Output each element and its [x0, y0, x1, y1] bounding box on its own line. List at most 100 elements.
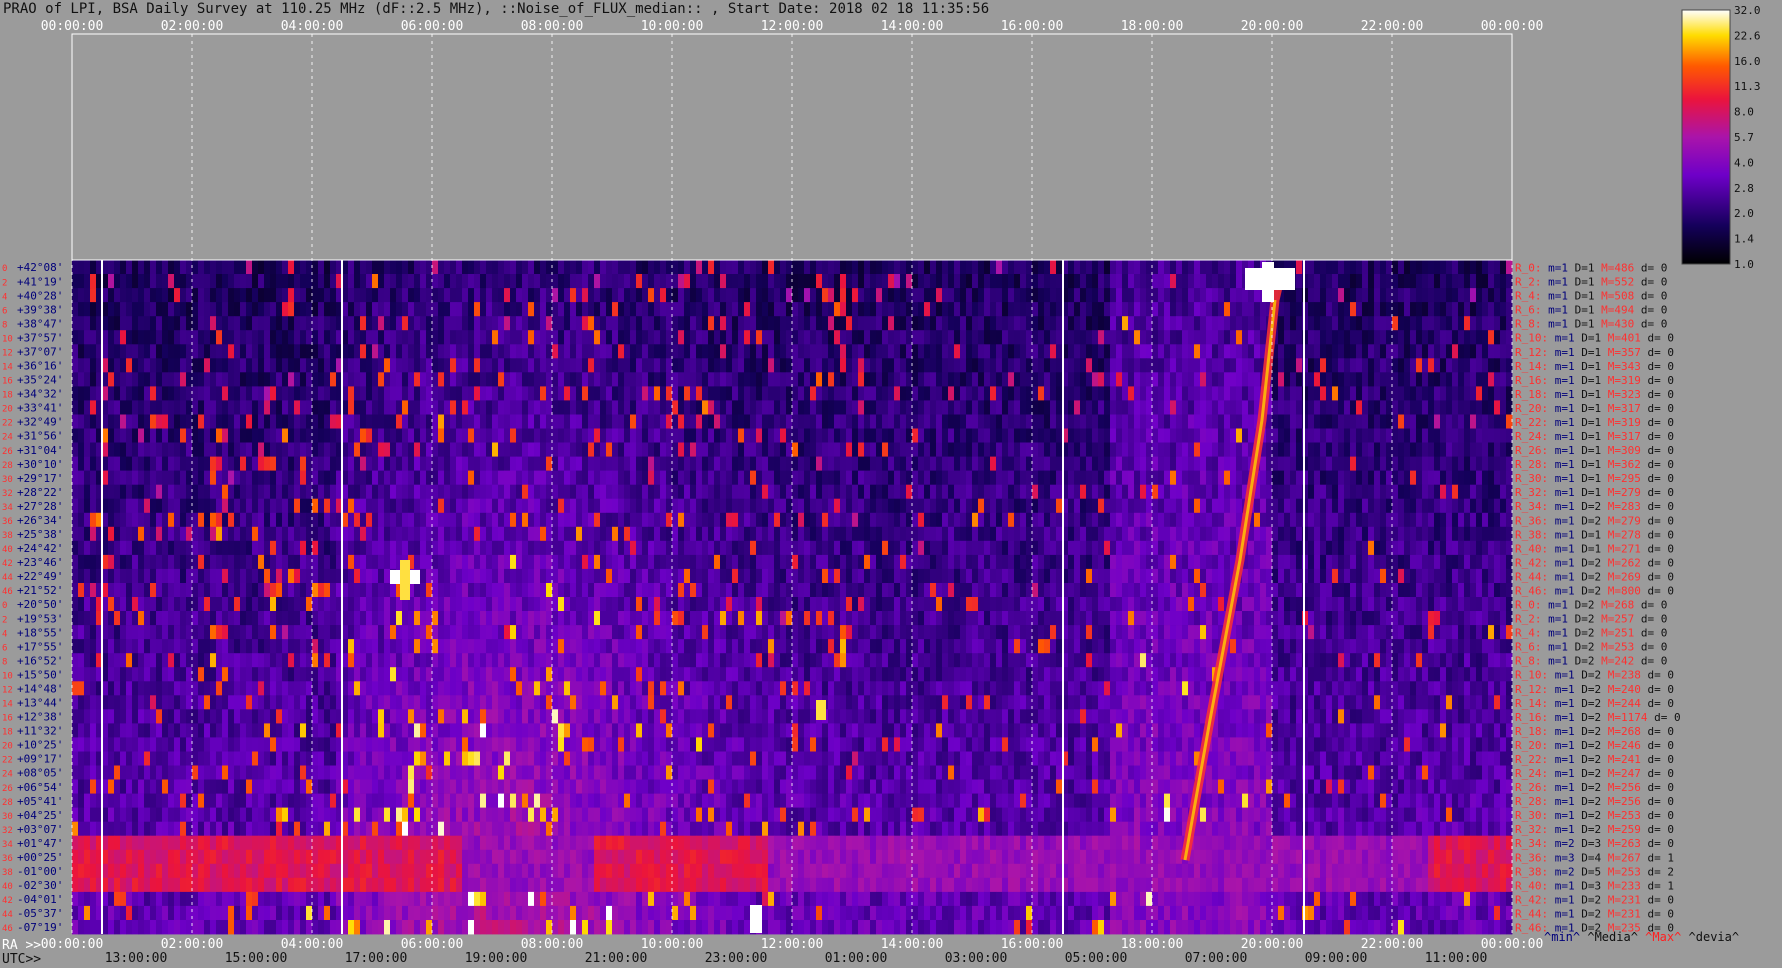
heatmap-cell [462, 260, 469, 275]
heatmap-cell [1278, 498, 1285, 514]
heatmap-cell [354, 414, 361, 429]
heatmap-cell [492, 302, 499, 317]
heatmap-cell [1488, 470, 1495, 485]
heatmap-cell [354, 344, 361, 359]
heatmap-cell [1086, 274, 1093, 289]
heatmap-cell [1212, 372, 1219, 387]
heatmap-cell [1044, 316, 1051, 331]
heatmap-cell [1476, 512, 1483, 528]
heatmap-cell [996, 344, 1003, 359]
heatmap-cell [84, 484, 91, 500]
heatmap-cell [780, 428, 787, 443]
heatmap-cell [1134, 456, 1141, 471]
heatmap-cell [702, 316, 709, 331]
heatmap-cell [900, 414, 907, 429]
heatmap-cell [882, 302, 889, 317]
heatmap-cell [1104, 428, 1111, 443]
heatmap-cell [360, 330, 367, 345]
heatmap-cell [882, 456, 889, 471]
heatmap-cell [840, 428, 847, 443]
heatmap-cell [480, 358, 487, 373]
heatmap-cell [552, 386, 559, 401]
heatmap-cell [228, 302, 235, 317]
heatmap-cell [504, 400, 511, 415]
heatmap-cell [594, 400, 601, 415]
heatmap-cell [156, 526, 163, 542]
heatmap-cell [1500, 372, 1507, 387]
heatmap-cell [858, 302, 865, 317]
heatmap-cell [828, 540, 835, 556]
heatmap-cell [696, 456, 703, 471]
heatmap-cell [426, 260, 433, 275]
heatmap-cell [1188, 316, 1195, 331]
heatmap-cell [1488, 274, 1495, 289]
heatmap-cell [1416, 330, 1423, 345]
heatmap-cell [378, 386, 385, 401]
heatmap-cell [1164, 470, 1171, 485]
heatmap-cell [984, 470, 991, 485]
heatmap-cell [276, 400, 283, 415]
heatmap-cell [690, 316, 697, 331]
heatmap-cell [1494, 358, 1501, 373]
heatmap-cell [1260, 330, 1267, 345]
heatmap-cell [270, 470, 277, 485]
heatmap-cell [438, 498, 445, 514]
heatmap-cell [780, 456, 787, 471]
heatmap-cell [138, 316, 145, 331]
heatmap-cell [1458, 316, 1465, 331]
heatmap-cell [696, 260, 703, 275]
heatmap-cell [972, 526, 979, 542]
heatmap-cell [1470, 330, 1477, 345]
heatmap-cell [696, 400, 703, 415]
heatmap-cell [744, 316, 751, 331]
heatmap-cell [1398, 400, 1405, 415]
heatmap-cell [1392, 358, 1399, 373]
heatmap-cell [1044, 484, 1051, 500]
heatmap-cell [300, 316, 307, 331]
heatmap-cell [942, 540, 949, 556]
heatmap-cell [222, 526, 229, 542]
heatmap-cell [366, 526, 373, 542]
heatmap-cell [606, 428, 613, 443]
heatmap-cell [84, 526, 91, 542]
heatmap-cell [1446, 288, 1453, 303]
heatmap-cell [504, 288, 511, 303]
heatmap-cell [1392, 456, 1399, 471]
heatmap-cell [1050, 372, 1057, 387]
heatmap-cell [144, 512, 151, 528]
heatmap-cell [948, 260, 955, 275]
heatmap-cell [1122, 372, 1129, 387]
heatmap-cell [738, 400, 745, 415]
heatmap-cell [1338, 428, 1345, 443]
heatmap-cell [828, 260, 835, 275]
heatmap-cell [186, 330, 193, 345]
heatmap-cell [1026, 344, 1033, 359]
heatmap-cell [738, 456, 745, 471]
heatmap-cell [684, 302, 691, 317]
heatmap-cell [1296, 512, 1303, 528]
heatmap-cell [1230, 400, 1237, 415]
heatmap-cell [1296, 456, 1303, 471]
heatmap-cell [696, 302, 703, 317]
heatmap-cell [1284, 456, 1291, 471]
heatmap-cell [1110, 344, 1117, 359]
heatmap-cell [1500, 260, 1507, 275]
heatmap-cell [408, 470, 415, 485]
heatmap-cell [294, 540, 301, 556]
heatmap-cell [522, 302, 529, 317]
heatmap-cell [786, 330, 793, 345]
heatmap-cell [1308, 428, 1315, 443]
heatmap-cell [186, 414, 193, 429]
heatmap-cell [1320, 344, 1327, 359]
heatmap-cell [228, 372, 235, 387]
heatmap-cell [1134, 358, 1141, 373]
heatmap-cell [1338, 288, 1345, 303]
heatmap-cell [996, 442, 1003, 457]
heatmap-cell [936, 498, 943, 514]
heatmap-cell [786, 498, 793, 514]
heatmap-cell [222, 470, 229, 485]
heatmap-cell [498, 442, 505, 457]
heatmap-cell [1152, 414, 1159, 429]
heatmap-cell [1170, 330, 1177, 345]
heatmap-cell [720, 358, 727, 373]
